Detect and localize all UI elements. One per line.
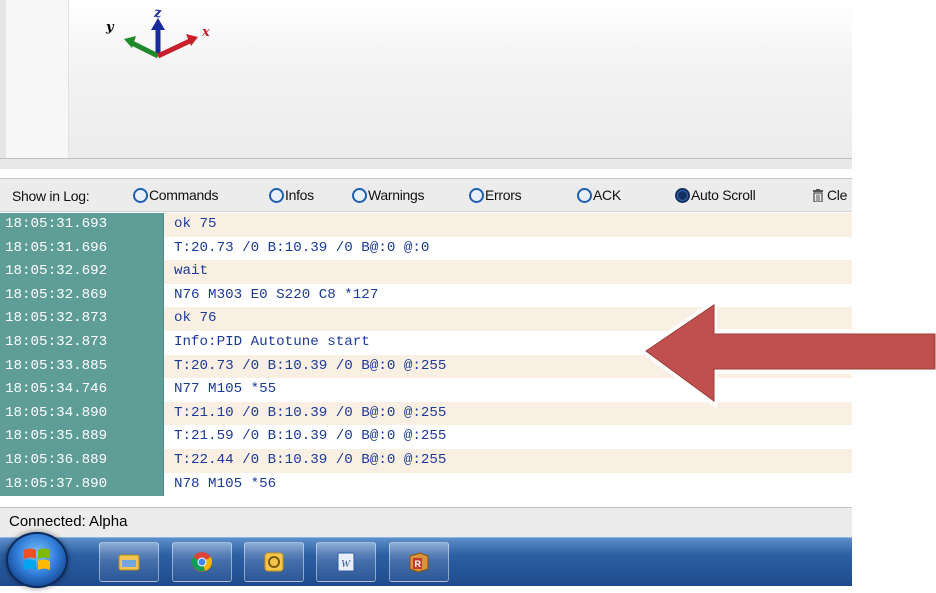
toggle-auto-scroll-label: Auto Scroll — [691, 187, 756, 203]
status-bar: Connected: Alpha — [0, 507, 852, 537]
radio-checked-icon — [675, 187, 690, 203]
taskbar-item-chrome[interactable] — [172, 542, 232, 582]
radio-icon — [469, 187, 484, 203]
toggle-errors[interactable]: Errors — [469, 187, 522, 203]
log-message: ok 75 — [164, 213, 852, 237]
taskbar-item-word[interactable]: W — [316, 542, 376, 582]
connection-status: Connected: Alpha — [9, 513, 128, 530]
log-message: wait — [164, 260, 852, 284]
log-row: 18:05:35.889 T:21.59 /0 B:10.39 /0 B@:0 @… — [0, 425, 852, 449]
log-row: 18:05:31.693 ok 75 — [0, 213, 852, 237]
toggle-errors-label: Errors — [485, 187, 522, 203]
toggle-infos-label: Infos — [285, 187, 314, 203]
log-row: 18:05:31.696 T:20.73 /0 B:10.39 /0 B@:0 @… — [0, 236, 852, 261]
chrome-icon — [191, 552, 213, 572]
taskbar-item-outlook[interactable] — [244, 542, 304, 582]
log-timestamp: 18:05:32.873 — [0, 330, 164, 355]
log-timestamp: 18:05:34.890 — [0, 401, 164, 426]
outlook-icon — [264, 552, 284, 572]
log-row: 18:05:36.889 T:22.44 /0 B:10.39 /0 B@:0 @… — [0, 448, 852, 473]
log-timestamp: 18:05:32.692 — [0, 260, 164, 284]
trash-icon — [813, 188, 823, 202]
log-timestamp: 18:05:31.693 — [0, 213, 164, 237]
toggle-warnings-label: Warnings — [368, 187, 425, 203]
log-message: T:22.44 /0 B:10.39 /0 B@:0 @:255 — [164, 448, 852, 473]
log-row: 18:05:32.692 wait — [0, 260, 852, 284]
axis-label-y: y — [105, 20, 115, 35]
file-explorer-icon — [118, 554, 140, 571]
axes-gizmo-icon: z y x — [105, 6, 210, 59]
log-toolbar: Show in Log: Commands Infos Warnings Err… — [0, 178, 852, 212]
start-button[interactable] — [6, 532, 68, 588]
blank-area — [852, 0, 936, 168]
clear-log-label: Cle — [827, 187, 848, 203]
show-in-log-label: Show in Log: — [12, 188, 90, 204]
toggle-ack-label: ACK — [593, 187, 621, 203]
log-row: 18:05:37.890 N78 M105 *56 — [0, 472, 852, 497]
taskbar: W R — [0, 532, 852, 588]
toggle-commands[interactable]: Commands — [133, 187, 218, 203]
radio-icon — [269, 187, 284, 203]
log-timestamp: 18:05:34.746 — [0, 378, 164, 402]
repetier-icon: R — [409, 552, 429, 573]
word-icon: W — [337, 552, 355, 572]
log-timestamp: 18:05:36.889 — [0, 448, 164, 473]
toggle-commands-label: Commands — [149, 187, 219, 203]
log-timestamp: 18:05:32.873 — [0, 307, 164, 331]
radio-icon — [352, 187, 367, 203]
windows-logo-icon — [24, 548, 50, 570]
clear-log-button[interactable]: Cle — [812, 187, 847, 203]
log-timestamp: 18:05:31.696 — [0, 236, 164, 261]
taskbar-item-repetier[interactable]: R — [389, 542, 449, 582]
toggle-warnings[interactable]: Warnings — [352, 187, 425, 203]
toggle-ack[interactable]: ACK — [577, 187, 621, 203]
axis-label-z: z — [153, 6, 162, 21]
log-message: T:21.59 /0 B:10.39 /0 B@:0 @:255 — [164, 425, 852, 449]
log-timestamp: 18:05:33.885 — [0, 354, 164, 379]
axis-label-x: x — [201, 25, 210, 40]
taskbar-item-explorer[interactable] — [99, 542, 159, 582]
view-side-panel — [6, 0, 69, 158]
log-timestamp: 18:05:35.889 — [0, 425, 164, 449]
svg-text:W: W — [341, 558, 351, 570]
splitter-bar[interactable] — [0, 158, 852, 169]
log-message: N78 M105 *56 — [164, 472, 852, 497]
annotation-arrow-icon — [639, 297, 936, 409]
svg-text:R: R — [415, 559, 422, 569]
log-message: T:20.73 /0 B:10.39 /0 B@:0 @:0 — [164, 236, 852, 261]
log-timestamp: 18:05:32.869 — [0, 283, 164, 308]
radio-icon — [133, 187, 148, 203]
log-timestamp: 18:05:37.890 — [0, 472, 164, 497]
3d-view[interactable]: z y x — [0, 0, 852, 169]
toggle-auto-scroll[interactable]: Auto Scroll — [675, 187, 756, 203]
toggle-infos[interactable]: Infos — [269, 187, 314, 203]
radio-icon — [577, 187, 592, 203]
